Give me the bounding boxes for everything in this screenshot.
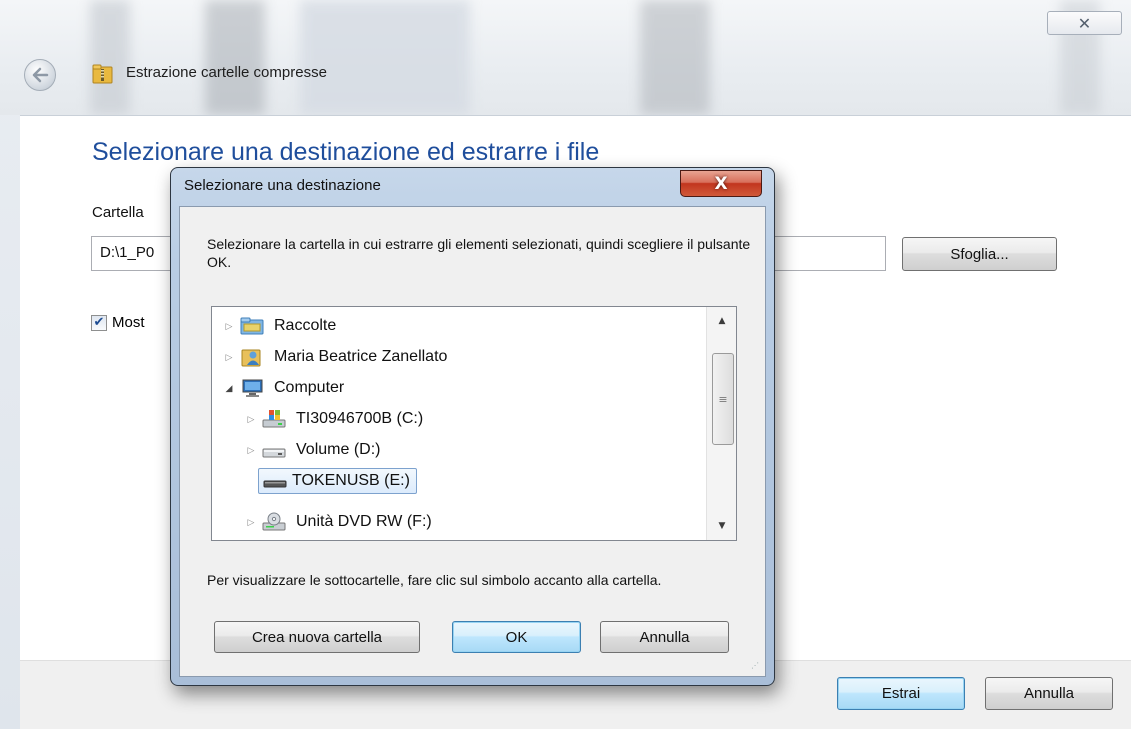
expand-arrow-icon[interactable]: ▷ bbox=[244, 445, 258, 456]
tree-item-raccolte[interactable]: ▷ Raccolte bbox=[222, 311, 341, 341]
close-icon: X bbox=[714, 173, 728, 194]
check-icon: ✔ bbox=[93, 315, 105, 330]
background-blur bbox=[90, 0, 130, 115]
tree-item-computer[interactable]: ◢ Computer bbox=[222, 373, 349, 403]
browse-button[interactable]: Sfoglia... bbox=[902, 237, 1057, 271]
background-blur bbox=[640, 0, 710, 115]
tree-item-drive-f[interactable]: ▷ Unità DVD RW (F:) bbox=[244, 507, 437, 537]
tree-item-label: Raccolte bbox=[274, 317, 337, 334]
resize-grip-icon[interactable]: ⋰ bbox=[751, 662, 761, 672]
dialog-hint: Per visualizzare le sottocartelle, fare … bbox=[207, 572, 662, 588]
dialog-title: Selezionare una destinazione bbox=[184, 177, 381, 194]
usb-drive-icon bbox=[263, 471, 287, 491]
destination-label: Cartella bbox=[92, 204, 144, 221]
show-files-label: Most bbox=[112, 314, 145, 331]
expand-arrow-icon[interactable]: ▷ bbox=[222, 352, 236, 363]
new-folder-button[interactable]: Crea nuova cartella bbox=[214, 621, 420, 653]
libraries-icon bbox=[240, 316, 264, 336]
background-blur bbox=[300, 0, 470, 115]
dialog-body: Selezionare la cartella in cui estrarre … bbox=[179, 206, 766, 677]
browse-folder-dialog: Selezionare una destinazione X Seleziona… bbox=[170, 167, 775, 686]
tree-item-user[interactable]: ▷ Maria Beatrice Zanellato bbox=[222, 342, 452, 372]
dialog-instructions: Selezionare la cartella in cui estrarre … bbox=[207, 236, 751, 270]
user-folder-icon bbox=[240, 347, 264, 367]
expand-arrow-icon[interactable]: ▷ bbox=[222, 321, 236, 332]
close-icon: ✕ bbox=[1077, 13, 1092, 33]
tree-item-drive-d[interactable]: ▷ Volume (D:) bbox=[244, 435, 385, 465]
tree-item-drive-c[interactable]: ▷ TI30946700B (C:) bbox=[244, 404, 428, 434]
hard-drive-icon bbox=[262, 440, 286, 460]
scroll-thumb[interactable]: ≡ bbox=[712, 353, 734, 445]
collapse-arrow-icon[interactable]: ◢ bbox=[222, 383, 236, 394]
tree-item-label: Maria Beatrice Zanellato bbox=[274, 348, 448, 365]
scroll-down-arrow-icon[interactable]: ▼ bbox=[707, 512, 736, 540]
tree-item-label: Volume (D:) bbox=[296, 441, 381, 458]
tree-item-label: TI30946700B (C:) bbox=[296, 410, 424, 427]
grip-icon: ≡ bbox=[718, 392, 728, 406]
wizard-cancel-button[interactable]: Annulla bbox=[985, 677, 1113, 710]
dialog-cancel-button[interactable]: Annulla bbox=[600, 621, 729, 653]
expand-arrow-icon[interactable]: ▷ bbox=[244, 517, 258, 528]
tree-item-drive-e[interactable]: TOKENUSB (E:) bbox=[244, 466, 417, 496]
tree-scrollbar[interactable]: ▲ ≡ ▼ bbox=[706, 307, 736, 540]
dvd-drive-icon bbox=[262, 512, 286, 532]
computer-icon bbox=[240, 378, 264, 398]
tree-item-label: Unità DVD RW (F:) bbox=[296, 513, 432, 530]
scroll-up-arrow-icon[interactable]: ▲ bbox=[707, 307, 736, 335]
system-drive-icon bbox=[262, 409, 286, 429]
tree-item-label: TOKENUSB (E:) bbox=[292, 472, 410, 489]
dialog-close-button[interactable]: X bbox=[680, 170, 762, 197]
back-button[interactable] bbox=[24, 59, 56, 91]
window-titlebar bbox=[0, 0, 1131, 115]
tree-item-selected: TOKENUSB (E:) bbox=[258, 468, 417, 494]
show-files-checkbox[interactable]: ✔ bbox=[91, 314, 107, 331]
ok-button[interactable]: OK bbox=[452, 621, 581, 653]
show-files-option[interactable]: ✔ Most bbox=[91, 314, 145, 331]
tree-item-label: Computer bbox=[274, 379, 345, 396]
extract-button[interactable]: Estrai bbox=[837, 677, 965, 710]
expand-arrow-icon[interactable]: ▷ bbox=[244, 414, 258, 425]
page-heading: Selezionare una destinazione ed estrarre… bbox=[92, 138, 600, 166]
zip-folder-icon bbox=[92, 63, 114, 85]
back-arrow-icon bbox=[32, 67, 49, 83]
window-close-button[interactable]: ✕ bbox=[1047, 11, 1122, 35]
folder-tree[interactable]: ▷ Raccolte ▷ Maria Beatrice Zanellato ◢ bbox=[211, 306, 737, 541]
window-title: Estrazione cartelle compresse bbox=[126, 64, 327, 81]
background-blur bbox=[205, 0, 265, 115]
